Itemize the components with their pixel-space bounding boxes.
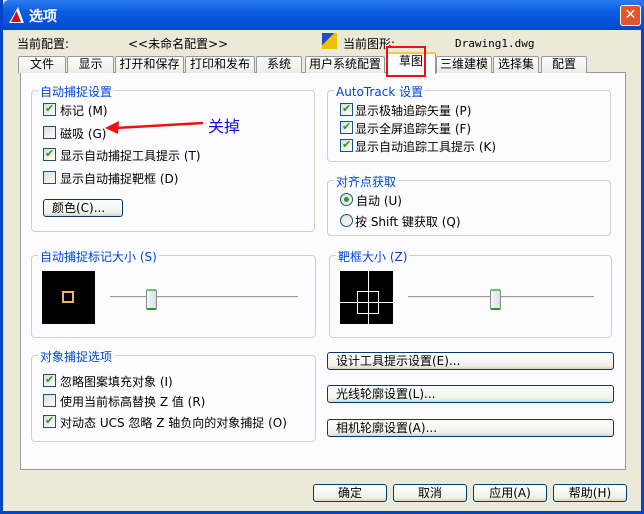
tab-selection[interactable]: 选择集 (493, 56, 539, 73)
replace-z-label: 使用当前标高替换 Z 值 (R) (60, 395, 206, 409)
marker-label: 标记 (M) (60, 104, 108, 118)
marker-square-icon (62, 291, 74, 303)
highlight-box (386, 46, 426, 77)
fullscreen-tracking-checkbox[interactable] (340, 120, 353, 134)
color-button[interactable]: 颜色(C)... (43, 199, 123, 217)
osnap-options-title: 对象捕捉选项 (38, 348, 115, 365)
close-icon[interactable]: ✕ (620, 5, 641, 26)
options-dialog: 选项 ✕ 当前配置: <<未命名配置>> 当前图形: Drawing1.dwg … (0, 0, 644, 514)
autotrack-tooltip-label: 显示自动追踪工具提示 (K) (355, 140, 497, 154)
window-title: 选项 (29, 9, 57, 25)
magnet-checkbox[interactable] (43, 126, 56, 139)
aperture-preview (340, 271, 393, 324)
tab-plot-publish[interactable]: 打印和发布 (185, 56, 255, 73)
automatic-label: 自动 (U) (356, 194, 402, 208)
autosnap-tooltip-checkbox[interactable] (43, 147, 56, 161)
tab-open-save[interactable]: 打开和保存 (115, 56, 184, 73)
current-profile-label: 当前配置: (17, 37, 70, 51)
replace-z-checkbox[interactable] (43, 394, 56, 407)
aperture-box-icon (357, 291, 379, 314)
marker-size-slider[interactable] (110, 296, 298, 299)
cancel-button[interactable]: 取消 (393, 484, 467, 502)
automatic-radio[interactable] (340, 193, 353, 206)
ignore-hatch-checkbox[interactable] (43, 373, 56, 387)
tab-system[interactable]: 系统 (256, 56, 302, 73)
alignment-acquisition-title: 对齐点获取 (334, 173, 399, 190)
autosnap-settings-title: 自动捕捉设置 (38, 83, 115, 100)
annotation-text: 关掉 (208, 117, 241, 136)
tab-file[interactable]: 文件 (18, 56, 66, 73)
drawing-icon (322, 33, 337, 49)
autocad-logo-icon (9, 7, 24, 23)
current-profile-value: <<未命名配置>> (128, 37, 229, 51)
cameras-glyph-settings-button[interactable]: 相机轮廓设置(A)... (327, 419, 614, 437)
autotrack-tooltip-checkbox[interactable] (340, 138, 353, 152)
autosnap-aperture-checkbox[interactable] (43, 171, 56, 184)
tab-user-preferences[interactable]: 用户系统配置 (305, 56, 385, 73)
lights-glyph-settings-button[interactable]: 光线轮廓设置(L)... (327, 385, 614, 403)
polar-tracking-checkbox[interactable] (340, 102, 353, 116)
help-button[interactable]: 帮助(H) (553, 484, 627, 502)
tab-display[interactable]: 显示 (67, 56, 114, 73)
autosnap-tooltip-label: 显示自动捕捉工具提示 (T) (60, 149, 201, 163)
ignore-negative-z-label: 对动态 UCS 忽略 Z 轴负向的对象捕捉 (O) (60, 416, 287, 430)
ok-button[interactable]: 确定 (313, 484, 387, 502)
fullscreen-tracking-label: 显示全屏追踪矢量 (F) (355, 122, 472, 136)
polar-tracking-label: 显示极轴追踪矢量 (P) (355, 104, 472, 118)
drafting-tooltip-settings-button[interactable]: 设计工具提示设置(E)... (327, 352, 614, 370)
marker-preview (42, 271, 95, 324)
autotrack-settings-title: AutoTrack 设置 (334, 83, 426, 100)
marker-checkbox[interactable] (43, 102, 56, 116)
title-bar: 选项 ✕ (3, 0, 644, 30)
red-arrow-annotation (105, 121, 204, 134)
current-drawing-value: Drawing1.dwg (455, 37, 535, 50)
ignore-hatch-label: 忽略图案填充对象 (I) (60, 375, 173, 389)
aperture-size-slider-thumb[interactable] (490, 289, 502, 310)
apply-button[interactable]: 应用(A) (473, 484, 547, 502)
tab-profiles[interactable]: 配置 (541, 56, 587, 73)
tab-3d-modeling[interactable]: 三维建模 (436, 56, 492, 73)
ignore-negative-z-checkbox[interactable] (43, 414, 56, 428)
shift-acquire-label: 按 Shift 键获取 (Q) (355, 215, 461, 229)
aperture-size-title: 靶框大小 (Z) (336, 248, 410, 265)
autosnap-aperture-label: 显示自动捕捉靶框 (D) (60, 172, 179, 186)
marker-size-title: 自动捕捉标记大小 (S) (38, 248, 159, 265)
magnet-label: 磁吸 (G) (60, 127, 107, 141)
marker-size-slider-thumb[interactable] (146, 289, 158, 310)
shift-acquire-radio[interactable] (340, 214, 353, 227)
